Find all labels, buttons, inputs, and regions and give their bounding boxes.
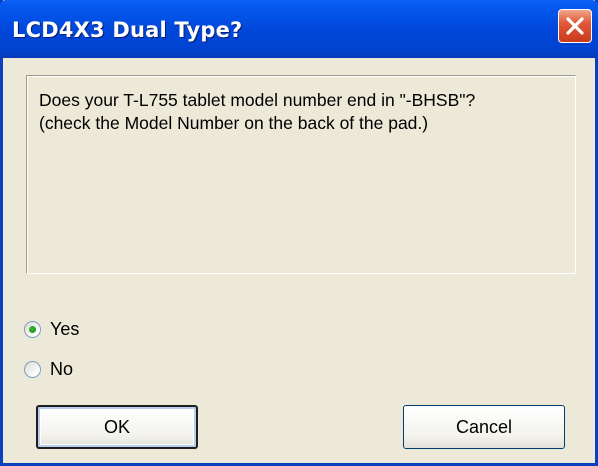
radio-button-no[interactable] <box>24 360 41 378</box>
close-icon <box>566 17 584 35</box>
ok-button[interactable]: OK <box>36 405 198 449</box>
cancel-button[interactable]: Cancel <box>403 405 565 449</box>
radio-option-yes[interactable]: Yes <box>24 316 79 342</box>
close-button[interactable] <box>558 9 592 43</box>
radio-label-yes: Yes <box>50 318 80 339</box>
title-bar[interactable]: LCD4X3 Dual Type? <box>0 0 598 58</box>
radio-option-no[interactable]: No <box>24 356 73 382</box>
radio-button-yes[interactable] <box>24 320 41 338</box>
dialog-window: LCD4X3 Dual Type? Does your T-L755 table… <box>0 0 598 466</box>
radio-selected-dot <box>29 325 36 333</box>
message-panel: Does your T-L755 tablet model number end… <box>26 75 576 274</box>
radio-label-no: No <box>50 358 74 379</box>
message-text: Does your T-L755 tablet model number end… <box>39 90 476 133</box>
dialog-title: LCD4X3 Dual Type? <box>12 18 243 42</box>
